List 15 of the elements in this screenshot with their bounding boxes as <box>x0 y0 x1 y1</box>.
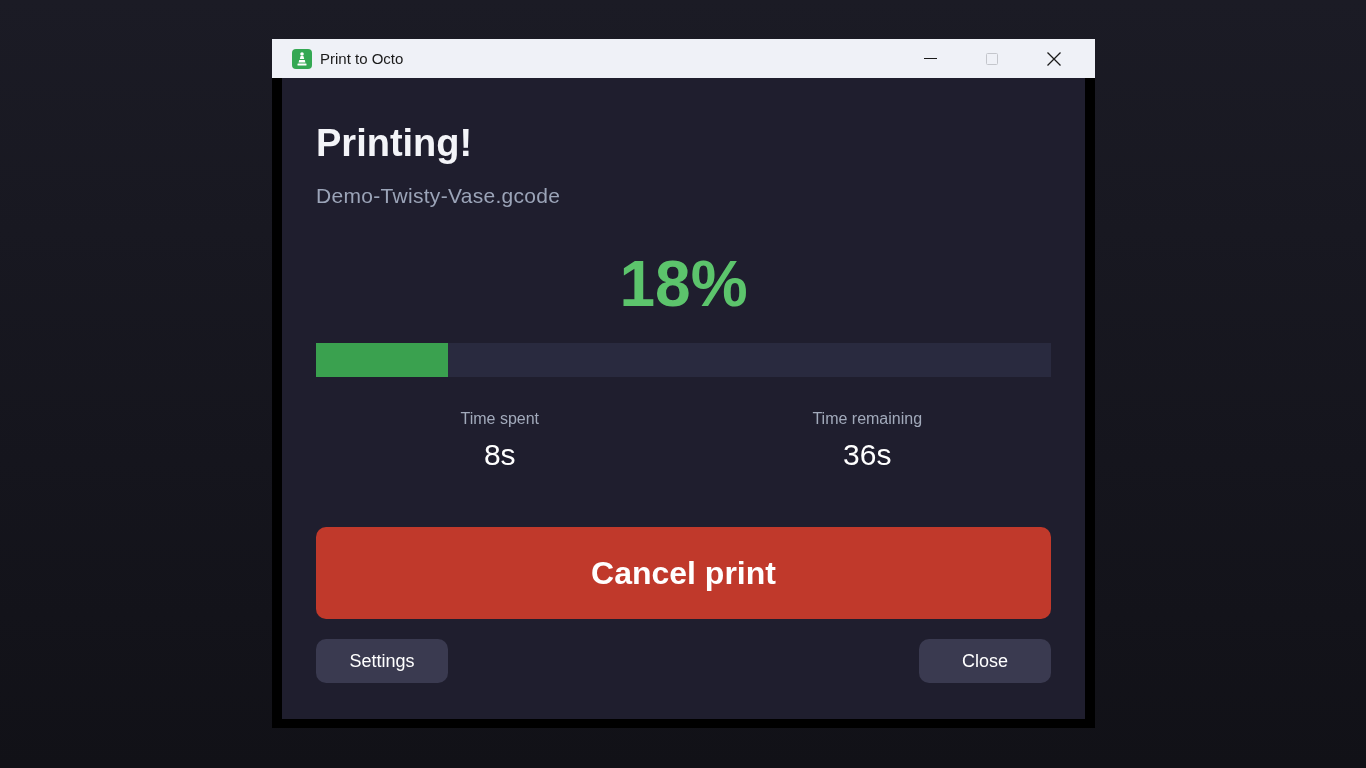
stat-label: Time spent <box>460 409 539 429</box>
cancel-print-button[interactable]: Cancel print <box>316 527 1051 619</box>
window-title: Print to Octo <box>320 50 404 67</box>
maximize-icon <box>986 52 998 65</box>
settings-button[interactable]: Settings <box>316 639 448 683</box>
minimize-icon <box>923 58 937 59</box>
stat-label: Time remaining <box>812 409 923 429</box>
file-name: Demo-Twisty-Vase.gcode <box>316 183 561 208</box>
stat-value: 8s <box>483 437 516 473</box>
close-icon <box>1047 51 1061 66</box>
app-icon <box>292 48 312 69</box>
close-button[interactable]: Close <box>919 639 1051 683</box>
stat-value: 36s <box>843 437 892 473</box>
status-heading: Printing! <box>316 121 473 166</box>
progress-percent: 18% <box>619 247 748 322</box>
